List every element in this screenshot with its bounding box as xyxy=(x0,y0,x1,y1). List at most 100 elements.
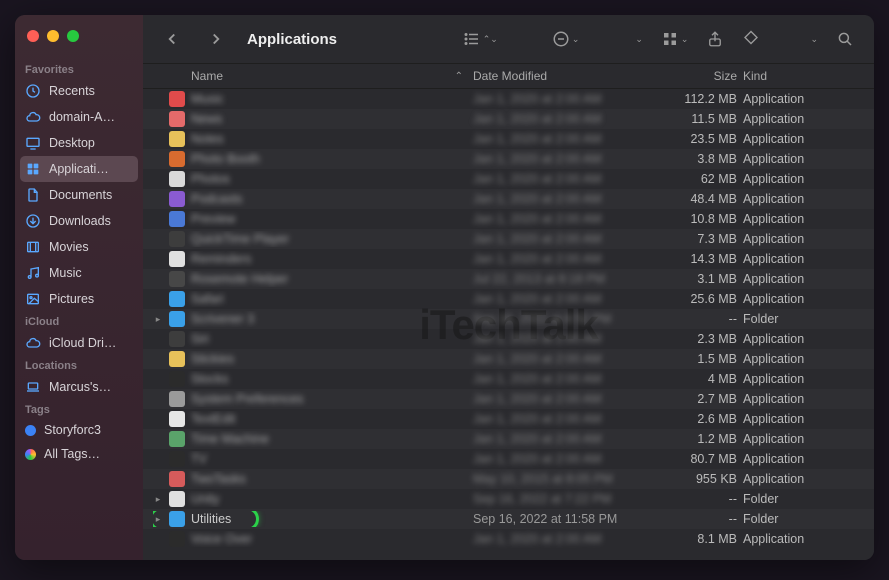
file-date: Jan 1, 2020 at 2:00 AM xyxy=(473,152,653,166)
file-size: 1.2 MB xyxy=(653,432,743,446)
group-button[interactable]: ⌄ xyxy=(548,26,584,52)
file-date: Jan 1, 2020 at 2:00 AM xyxy=(473,172,653,186)
file-row[interactable]: MusicJan 1, 2020 at 2:00 AM112.2 MBAppli… xyxy=(143,89,874,109)
file-size: 1.5 MB xyxy=(653,352,743,366)
sidebar-item[interactable]: Marcus's… xyxy=(15,374,143,400)
sidebar-item-label: domain-A… xyxy=(49,110,115,124)
more-menu-button[interactable]: ⌄ xyxy=(804,30,822,49)
sidebar-item[interactable]: Desktop xyxy=(15,130,143,156)
file-name: TextEdit xyxy=(191,412,235,426)
column-size[interactable]: Size xyxy=(653,69,743,83)
file-row[interactable]: NotesJan 1, 2020 at 2:00 AM23.5 MBApplic… xyxy=(143,129,874,149)
column-name[interactable]: Name⌃ xyxy=(153,69,473,83)
file-row[interactable]: ▸UtilitiesSep 16, 2022 at 11:58 PM--Fold… xyxy=(143,509,874,529)
file-row[interactable]: NewsJan 1, 2020 at 2:00 AM11.5 MBApplica… xyxy=(143,109,874,129)
app-icon xyxy=(169,271,185,287)
file-size: 8.1 MB xyxy=(653,532,743,546)
file-date: Sep 16, 2022 at 7:22 PM xyxy=(473,492,653,506)
file-row[interactable]: StickiesJan 1, 2020 at 2:00 AM1.5 MBAppl… xyxy=(143,349,874,369)
file-date: May 10, 2015 at 8:05 PM xyxy=(473,472,653,486)
tags-button[interactable] xyxy=(738,26,764,52)
sidebar: Favorites Recents domain-A… Desktop Applicat… xyxy=(15,15,143,560)
file-row[interactable]: TextEditJan 1, 2020 at 2:00 AM2.6 MBAppl… xyxy=(143,409,874,429)
column-kind[interactable]: Kind xyxy=(743,69,864,83)
app-icon xyxy=(169,391,185,407)
sidebar-item[interactable]: Pictures xyxy=(15,286,143,312)
file-date: Jan 1, 2020 at 2:00 AM xyxy=(473,232,653,246)
app-icon xyxy=(169,451,185,467)
sidebar-item[interactable]: Recents xyxy=(15,78,143,104)
close-button[interactable] xyxy=(27,30,39,42)
file-row[interactable]: QuickTime PlayerJan 1, 2020 at 2:00 AM7.… xyxy=(143,229,874,249)
file-row[interactable]: TwoTasksMay 10, 2015 at 8:05 PM955 KBApp… xyxy=(143,469,874,489)
film-icon xyxy=(25,239,41,255)
sidebar-item[interactable]: Applicati… xyxy=(20,156,138,182)
sidebar-section-label: Favorites xyxy=(15,60,143,78)
file-row[interactable]: TVJan 1, 2020 at 2:00 AM80.7 MBApplicati… xyxy=(143,449,874,469)
sidebar-item[interactable]: Documents xyxy=(15,182,143,208)
file-date: Jan 1, 2020 at 2:00 AM xyxy=(473,452,653,466)
file-row[interactable]: SafariJan 1, 2020 at 2:00 AM25.6 MBAppli… xyxy=(143,289,874,309)
sidebar-item[interactable]: iCloud Dri… xyxy=(15,330,143,356)
disclosure-triangle-icon[interactable]: ▸ xyxy=(153,494,163,505)
action-menu-button[interactable]: ⌄ xyxy=(629,30,647,49)
sidebar-item[interactable]: Downloads xyxy=(15,208,143,234)
app-icon xyxy=(169,511,185,527)
column-date[interactable]: Date Modified xyxy=(473,69,653,83)
search-button[interactable] xyxy=(832,26,858,52)
laptop-icon xyxy=(25,379,41,395)
file-row[interactable]: PodcastsJan 1, 2020 at 2:00 AM48.4 MBApp… xyxy=(143,189,874,209)
disclosure-triangle-icon[interactable]: ▸ xyxy=(153,314,163,325)
file-row[interactable]: Voice OverJan 1, 2020 at 2:00 AM8.1 MBAp… xyxy=(143,529,874,549)
cloud-icon xyxy=(25,335,41,351)
sidebar-item-label: Desktop xyxy=(49,136,95,150)
apps-icon xyxy=(25,161,41,177)
file-row[interactable]: ▸UnitySep 16, 2022 at 7:22 PM--Folder xyxy=(143,489,874,509)
file-row[interactable]: System PreferencesJan 1, 2020 at 2:00 AM… xyxy=(143,389,874,409)
nav-back-button[interactable] xyxy=(159,26,185,52)
file-row[interactable]: Rosemote HelperJul 22, 2013 at 8:18 PM3.… xyxy=(143,269,874,289)
view-list-button[interactable]: ⌃⌄ xyxy=(459,26,502,52)
file-size: 3.8 MB xyxy=(653,152,743,166)
app-icon xyxy=(169,351,185,367)
app-icon xyxy=(169,411,185,427)
sidebar-item[interactable]: Movies xyxy=(15,234,143,260)
file-size: 7.3 MB xyxy=(653,232,743,246)
share-button[interactable] xyxy=(702,26,728,52)
file-row[interactable]: Photo BoothJan 1, 2020 at 2:00 AM3.8 MBA… xyxy=(143,149,874,169)
image-icon xyxy=(25,291,41,307)
file-kind: Application xyxy=(743,112,864,126)
file-name: Time Machine xyxy=(191,432,269,446)
file-name: Utilities xyxy=(191,512,231,526)
minimize-button[interactable] xyxy=(47,30,59,42)
sidebar-item-label: Marcus's… xyxy=(49,380,111,394)
file-list[interactable]: iTechTalk MusicJan 1, 2020 at 2:00 AM112… xyxy=(143,89,874,560)
toolbar: Applications ⌃⌄ ⌄ ⌄ ⌄ ⌄ xyxy=(143,15,874,64)
file-row[interactable]: RemindersJan 1, 2020 at 2:00 AM14.3 MBAp… xyxy=(143,249,874,269)
app-icon xyxy=(169,91,185,107)
file-date: Jan 1, 2020 at 2:00 AM xyxy=(473,252,653,266)
file-date: Jan 1, 2020 at 2:00 AM xyxy=(473,92,653,106)
file-date: Jan 1, 2020 at 2:00 AM xyxy=(473,352,653,366)
file-row[interactable]: StocksJan 1, 2020 at 2:00 AM4 MBApplicat… xyxy=(143,369,874,389)
sidebar-item[interactable]: Storyforc3 xyxy=(15,418,143,442)
window-title: Applications xyxy=(247,31,337,48)
nav-forward-button[interactable] xyxy=(203,26,229,52)
sidebar-item[interactable]: All Tags… xyxy=(15,442,143,466)
file-row[interactable]: PhotosJan 1, 2020 at 2:00 AM62 MBApplica… xyxy=(143,169,874,189)
grid-button[interactable]: ⌄ xyxy=(657,26,693,52)
sidebar-item-label: Recents xyxy=(49,84,95,98)
sidebar-item[interactable]: Music xyxy=(15,260,143,286)
file-date: Jan 1, 2020 at 2:00 AM xyxy=(473,372,653,386)
file-date: Jan 1, 2020 at 2:00 AM xyxy=(473,332,653,346)
file-row[interactable]: SiriJan 1, 2020 at 2:00 AM2.3 MBApplicat… xyxy=(143,329,874,349)
disclosure-triangle-icon[interactable]: ▸ xyxy=(153,514,163,525)
file-name: Reminders xyxy=(191,252,251,266)
file-row[interactable]: ▸Scrivener 3Sep 16, 2022 at 6:52 PM--Fol… xyxy=(143,309,874,329)
fullscreen-button[interactable] xyxy=(67,30,79,42)
file-row[interactable]: Time MachineJan 1, 2020 at 2:00 AM1.2 MB… xyxy=(143,429,874,449)
file-row[interactable]: PreviewJan 1, 2020 at 2:00 AM10.8 MBAppl… xyxy=(143,209,874,229)
sidebar-item-label: Documents xyxy=(49,188,112,202)
file-kind: Application xyxy=(743,532,864,546)
sidebar-item[interactable]: domain-A… xyxy=(15,104,143,130)
